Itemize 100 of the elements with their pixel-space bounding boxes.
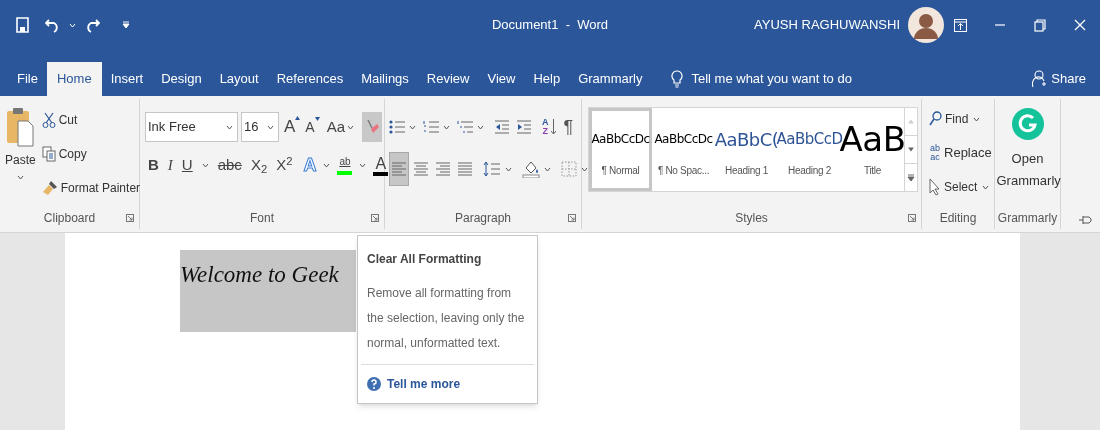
- cursor-icon: [929, 178, 941, 196]
- user-name: AYUSH RAGHUWANSHI: [754, 16, 900, 35]
- close-icon[interactable]: [1074, 19, 1086, 31]
- format-button[interactable]: X$_{2}$: [248, 154, 270, 177]
- caret-icon: [359, 163, 367, 168]
- bullets-icon[interactable]: [389, 120, 405, 134]
- ribbon-tab[interactable]: Design: [152, 62, 211, 96]
- ribbon-tab[interactable]: Home: [46, 62, 102, 96]
- group-label: Font: [250, 210, 274, 227]
- font-name-field[interactable]: Ink Free: [145, 112, 238, 142]
- tell-me-search[interactable]: Tell me what you want to do: [691, 69, 852, 89]
- dialog-launcher-icon[interactable]: [568, 214, 576, 222]
- shrink-font-button[interactable]: A: [303, 116, 320, 138]
- dialog-launcher-icon[interactable]: [371, 214, 379, 222]
- down-triangle-icon: [314, 116, 320, 121]
- align-icon: [457, 160, 473, 178]
- eraser-icon: [365, 119, 380, 135]
- shading-icon[interactable]: [522, 160, 540, 178]
- change-case-button[interactable]: Aa: [326, 115, 357, 139]
- caret-icon: [69, 22, 76, 28]
- share-button[interactable]: Share: [1032, 62, 1086, 96]
- caret-icon: [973, 116, 981, 122]
- ribbon-tab[interactable]: References: [267, 62, 353, 96]
- ribbon-tab[interactable]: Insert: [101, 62, 153, 96]
- highlight-button[interactable]: ab: [337, 156, 353, 175]
- ribbon-tab[interactable]: Mailings: [352, 62, 418, 96]
- ribbon-display-icon[interactable]: [954, 18, 967, 32]
- format-button[interactable]: B: [146, 154, 161, 177]
- tooltip-description: Remove all formatting from the selection, leaving only the normal, unformatted text.: [366, 285, 526, 352]
- increase-indent-icon[interactable]: [516, 120, 532, 134]
- format-painter-button[interactable]: Format Painter: [40, 173, 142, 203]
- numbering-icon[interactable]: [423, 120, 439, 134]
- font-color-button[interactable]: A: [373, 155, 389, 176]
- align-icon: [391, 160, 407, 178]
- ribbon-tab[interactable]: Help: [524, 62, 570, 96]
- group-label: Paragraph: [454, 210, 511, 227]
- style-item[interactable]: AaB Title: [841, 108, 904, 191]
- style-item[interactable]: AaBbCcDc ¶ Normal: [589, 108, 652, 191]
- style-item[interactable]: AaBbC( Heading 1: [715, 108, 778, 191]
- open-grammarly-button[interactable]: Open Grammarly: [995, 99, 1060, 207]
- align-icon: [435, 160, 451, 178]
- select-button[interactable]: Select: [928, 172, 994, 202]
- group-label: Grammarly: [997, 210, 1058, 227]
- clear-formatting-button[interactable]: [362, 112, 383, 142]
- format-button[interactable]: X$^{2}$: [274, 154, 295, 177]
- caret-icon: [226, 124, 233, 130]
- lightbulb-icon: [671, 70, 684, 88]
- format-button[interactable]: abc: [215, 154, 244, 177]
- document-text: Welcome to Geek: [180, 261, 339, 289]
- customize-icon[interactable]: [122, 21, 130, 29]
- grow-font-button[interactable]: A: [282, 114, 301, 140]
- caret-icon: [347, 124, 355, 130]
- ribbon-tab[interactable]: View: [478, 62, 525, 96]
- scissors-icon: [41, 112, 56, 128]
- format-button[interactable]: U: [179, 154, 195, 177]
- font-size-field[interactable]: 16: [241, 112, 279, 142]
- decrease-indent-icon[interactable]: [494, 120, 510, 134]
- search-icon: [929, 111, 942, 127]
- caret-icon: [16, 175, 24, 180]
- format-button[interactable]: I: [165, 154, 175, 177]
- group-label: Styles: [735, 210, 768, 227]
- grammarly-logo-icon: [1011, 108, 1044, 140]
- caret-icon: [544, 166, 551, 172]
- style-item[interactable]: AaBbCcDc ¶ No Spac...: [652, 108, 715, 191]
- down-arrow-icon: [550, 119, 556, 135]
- style-item[interactable]: AaBbCcD Heading 2: [778, 108, 841, 191]
- avatar-icon[interactable]: [908, 7, 944, 43]
- dialog-launcher-icon[interactable]: [126, 214, 134, 222]
- caret-icon: [443, 124, 450, 130]
- show-formatting-button[interactable]: ¶: [563, 113, 574, 141]
- line-spacing-icon[interactable]: [483, 161, 501, 177]
- caret-icon: [581, 166, 588, 172]
- tooltip-title: Clear All Formatting: [366, 251, 483, 268]
- copy-button[interactable]: Copy: [40, 139, 88, 169]
- find-button[interactable]: Find: [928, 104, 994, 134]
- redo-icon[interactable]: [84, 17, 100, 33]
- restore-icon[interactable]: [1034, 18, 1046, 32]
- sort-button[interactable]: A Z: [542, 118, 549, 136]
- group-label: Editing: [939, 210, 977, 227]
- ribbon-tab[interactable]: File: [8, 62, 47, 96]
- person-icon: [1032, 70, 1047, 88]
- dialog-launcher-icon[interactable]: [908, 214, 916, 222]
- group-label: Clipboard: [43, 210, 96, 227]
- tell-me-more-link[interactable]: Tell me more: [387, 375, 461, 393]
- ribbon-tab[interactable]: Review: [417, 62, 479, 96]
- caret-icon: [323, 163, 331, 168]
- caret-icon: [267, 124, 274, 130]
- ribbon-tab[interactable]: Layout: [210, 62, 268, 96]
- paste-button[interactable]: Paste: [0, 99, 41, 207]
- ribbon-tab[interactable]: Grammarly: [569, 62, 652, 96]
- caret-icon: [201, 163, 209, 168]
- pin-icon[interactable]: [1078, 214, 1092, 226]
- multilevel-list-icon[interactable]: [457, 120, 473, 134]
- cut-button[interactable]: Cut: [40, 105, 79, 135]
- up-triangle-icon: [295, 116, 301, 121]
- help-icon: [367, 377, 381, 391]
- caret-icon: [409, 124, 416, 130]
- copy-icon: [41, 146, 56, 162]
- window-title: Document1 - Word: [491, 16, 609, 35]
- undo-icon[interactable]: [45, 17, 61, 33]
